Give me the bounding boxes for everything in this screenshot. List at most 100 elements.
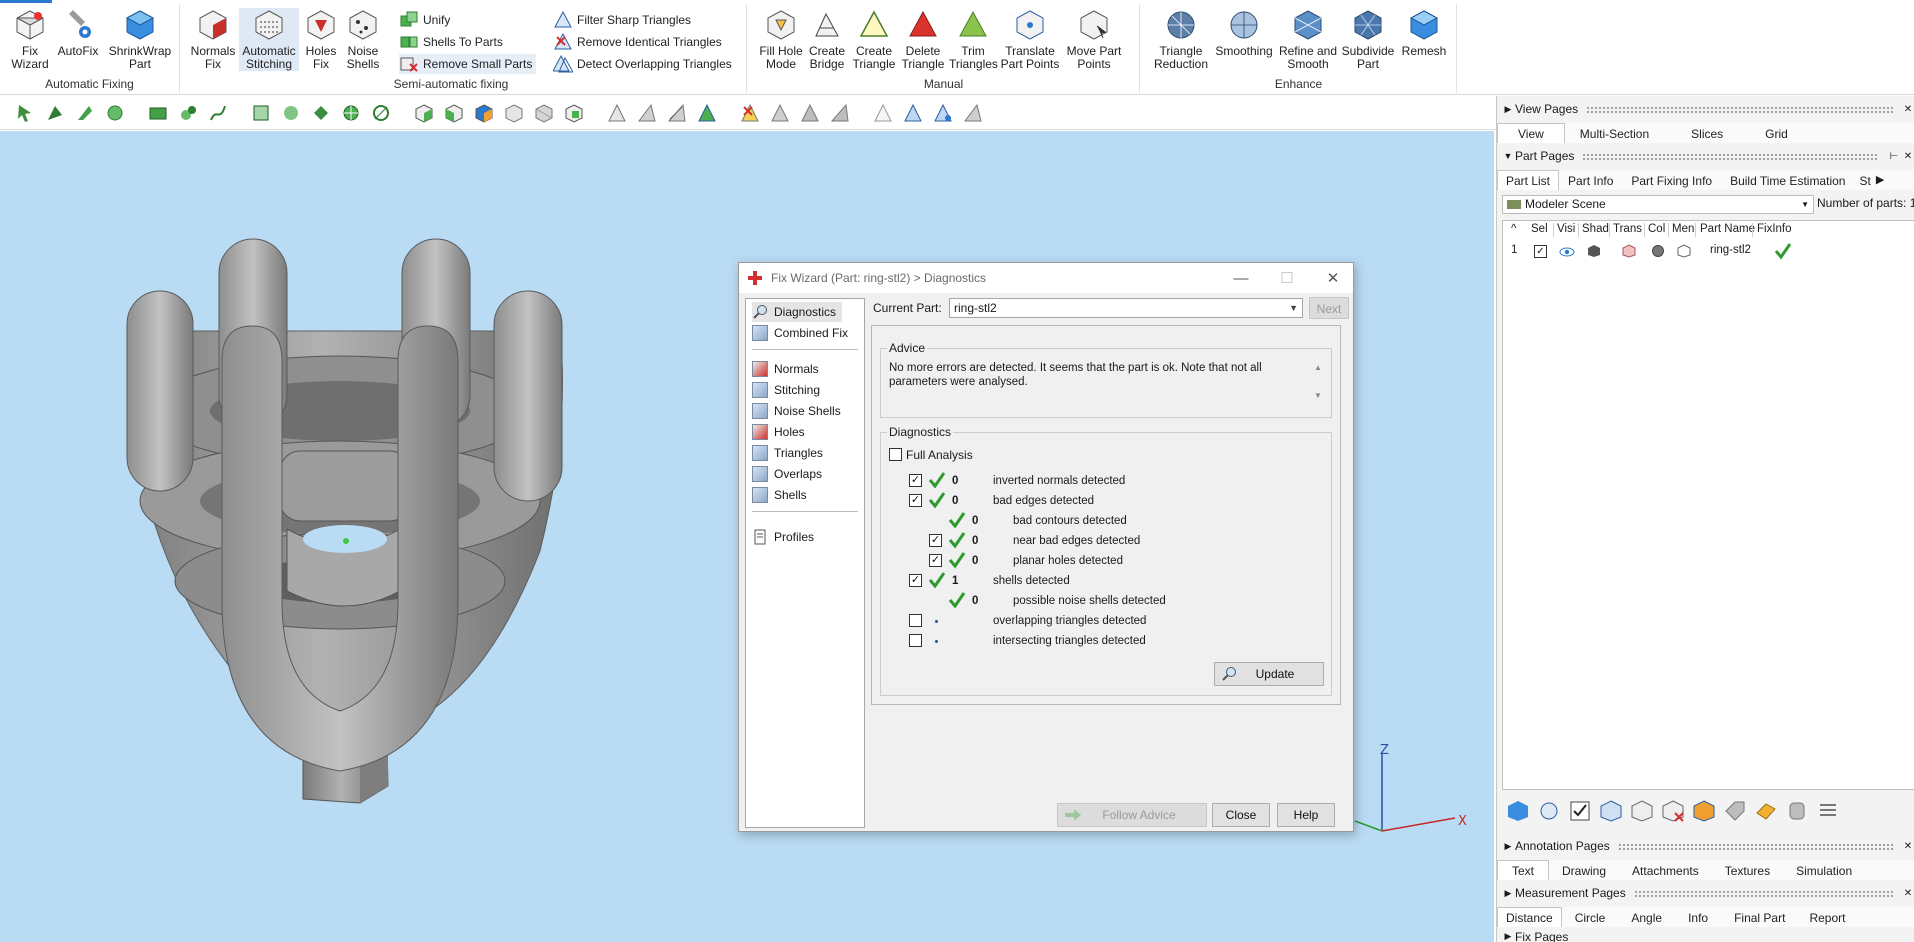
select-curve-icon[interactable] xyxy=(205,100,230,125)
tab-final-part[interactable]: Final Part xyxy=(1721,907,1798,927)
tab-circle[interactable]: Circle xyxy=(1562,907,1619,927)
mesh-icon[interactable] xyxy=(1677,244,1691,258)
tri-tool-9-icon[interactable] xyxy=(900,100,925,125)
tri-tool-4-icon[interactable] xyxy=(694,100,719,125)
tab-text[interactable]: Text xyxy=(1497,860,1550,880)
cube-gray-1-icon[interactable] xyxy=(501,100,526,125)
select-all-icon[interactable] xyxy=(1568,799,1592,823)
autofix-button[interactable]: AutoFix xyxy=(51,8,105,58)
tri-delete-icon[interactable] xyxy=(737,100,762,125)
select-arrow-icon[interactable] xyxy=(12,100,37,125)
fix-pages-header[interactable]: ▶ Fix Pages xyxy=(1497,931,1914,942)
tab-distance[interactable]: Distance xyxy=(1497,907,1562,927)
row-planar-holes-checkbox[interactable]: ✓ xyxy=(929,554,942,567)
nav-noise-shells[interactable]: Noise Shells xyxy=(752,401,847,421)
transparency-icon[interactable] xyxy=(1622,244,1636,258)
current-part-select[interactable]: ring-stl2 ▼ xyxy=(949,298,1303,318)
refine-smooth-button[interactable]: Refine and Smooth xyxy=(1277,8,1339,71)
follow-advice-button[interactable]: Follow Advice xyxy=(1057,803,1207,827)
select-paint-icon[interactable] xyxy=(278,100,303,125)
cylinder-icon[interactable] xyxy=(1785,799,1809,823)
create-bridge-button[interactable]: Create Bridge xyxy=(805,8,849,71)
tri-tool-2-icon[interactable] xyxy=(634,100,659,125)
tri-tool-7-icon[interactable] xyxy=(827,100,852,125)
cube-green-2-icon[interactable] xyxy=(441,100,466,125)
nav-diagnostics[interactable]: Diagnostics xyxy=(752,302,843,322)
tri-tool-10-icon[interactable] xyxy=(930,100,955,125)
cube-outline-1-icon[interactable] xyxy=(1599,799,1623,823)
tab-attachments[interactable]: Attachments xyxy=(1619,860,1712,880)
dialog-close-icon[interactable]: ✕ xyxy=(1310,263,1356,293)
remove-small-parts-button[interactable]: Remove Small Parts xyxy=(399,54,537,74)
nav-combined-fix[interactable]: Combined Fix xyxy=(752,323,854,343)
annotation-pages-header[interactable]: ▶ Annotation Pages ✕ xyxy=(1497,837,1914,855)
sort-arrow-icon[interactable]: ^ xyxy=(1511,223,1516,235)
select-wheel-icon[interactable] xyxy=(338,100,363,125)
tab-part-list[interactable]: Part List xyxy=(1497,170,1560,190)
fix-wizard-button[interactable]: Fix Wizard xyxy=(3,8,57,71)
close-icon[interactable]: ✕ xyxy=(1901,888,1914,899)
row-inverted-normals-checkbox[interactable]: ✓ xyxy=(909,474,922,487)
tab-report[interactable]: Report xyxy=(1798,907,1856,927)
next-button[interactable]: Next xyxy=(1309,297,1349,319)
cube-gray-2-icon[interactable] xyxy=(531,100,556,125)
tab-multi-section[interactable]: Multi-Section xyxy=(1565,123,1664,143)
col-header-part-name[interactable]: Part Name xyxy=(1700,223,1755,235)
part-pages-header[interactable]: ▼ Part Pages ⊢ ✕ xyxy=(1497,147,1914,165)
cube-delete-icon[interactable] xyxy=(1661,799,1685,823)
tab-build-time[interactable]: Build Time Estimation xyxy=(1721,170,1854,190)
drag-handle[interactable] xyxy=(1617,842,1893,850)
smoothing-button[interactable]: Smoothing xyxy=(1213,8,1275,58)
minimize-button[interactable]: — xyxy=(1218,263,1264,293)
close-button[interactable]: Close xyxy=(1212,803,1270,827)
close-icon[interactable]: ✕ xyxy=(1901,841,1914,852)
update-button[interactable]: Update xyxy=(1214,662,1324,686)
full-analysis-checkbox[interactable] xyxy=(889,448,902,461)
move-part-points-button[interactable]: Move Part Points xyxy=(1064,8,1124,71)
tab-part-info[interactable]: Part Info xyxy=(1559,170,1622,190)
translate-part-points-button[interactable]: Translate Part Points xyxy=(999,8,1061,71)
tab-scroll-right-icon[interactable]: ▶ xyxy=(1876,170,1884,190)
nav-shells[interactable]: Shells xyxy=(752,485,813,505)
nav-normals[interactable]: Normals xyxy=(752,359,825,379)
trim-triangles-button[interactable]: Trim Triangles xyxy=(949,8,998,71)
remesh-button[interactable]: Remesh xyxy=(1397,8,1451,58)
drag-handle[interactable] xyxy=(1582,152,1879,160)
eye-icon[interactable] xyxy=(1559,245,1575,259)
automatic-stitching-button[interactable]: Automatic Stitching xyxy=(239,8,299,71)
row-overlapping-checkbox[interactable] xyxy=(909,614,922,627)
filter-sharp-button[interactable]: Filter Sharp Triangles xyxy=(553,10,691,30)
row-near-bad-edges-checkbox[interactable]: ✓ xyxy=(929,534,942,547)
triangle-reduction-button[interactable]: Triangle Reduction xyxy=(1150,8,1212,71)
shade-cube-icon[interactable] xyxy=(1587,244,1601,258)
col-header-shade[interactable]: Shad xyxy=(1582,223,1609,235)
holes-fix-button[interactable]: Holes Fix xyxy=(301,8,341,71)
nav-overlaps[interactable]: Overlaps xyxy=(752,464,828,484)
pin-icon[interactable]: ⊢ xyxy=(1887,151,1901,162)
tab-part-fixing-info[interactable]: Part Fixing Info xyxy=(1622,170,1721,190)
tab-angle[interactable]: Angle xyxy=(1618,907,1675,927)
fill-hole-mode-button[interactable]: Fill Hole Mode xyxy=(754,8,808,71)
noise-shells-button[interactable]: Noise Shells xyxy=(341,8,385,71)
create-triangle-button[interactable]: Create Triangle xyxy=(851,8,897,71)
nav-triangles[interactable]: Triangles xyxy=(752,443,829,463)
tri-tool-3-icon[interactable] xyxy=(664,100,689,125)
nav-holes[interactable]: Holes xyxy=(752,422,811,442)
remove-identical-button[interactable]: Remove Identical Triangles xyxy=(553,32,722,52)
col-header-color[interactable]: Col xyxy=(1648,223,1665,235)
shells-to-parts-button[interactable]: Shells To Parts xyxy=(399,32,503,52)
tab-simulation[interactable]: Simulation xyxy=(1783,860,1865,880)
shrinkwrap-button[interactable]: ShrinkWrap Part xyxy=(105,8,175,71)
tab-textures[interactable]: Textures xyxy=(1712,860,1783,880)
tag-icon[interactable] xyxy=(1723,799,1747,823)
detect-overlapping-button[interactable]: Detect Overlapping Triangles xyxy=(553,54,732,74)
visibility-toggle-icon[interactable] xyxy=(1537,799,1561,823)
cube-orange-icon[interactable] xyxy=(471,100,496,125)
tri-tool-1-icon[interactable] xyxy=(604,100,629,125)
col-header-sel[interactable]: Sel xyxy=(1531,223,1548,235)
nav-profiles[interactable]: Profiles xyxy=(752,527,820,547)
select-rectangle-icon[interactable] xyxy=(145,100,170,125)
select-shell-icon[interactable] xyxy=(72,100,97,125)
subdivide-part-button[interactable]: Subdivide Part xyxy=(1341,8,1395,71)
cube-color-icon[interactable] xyxy=(1692,799,1716,823)
